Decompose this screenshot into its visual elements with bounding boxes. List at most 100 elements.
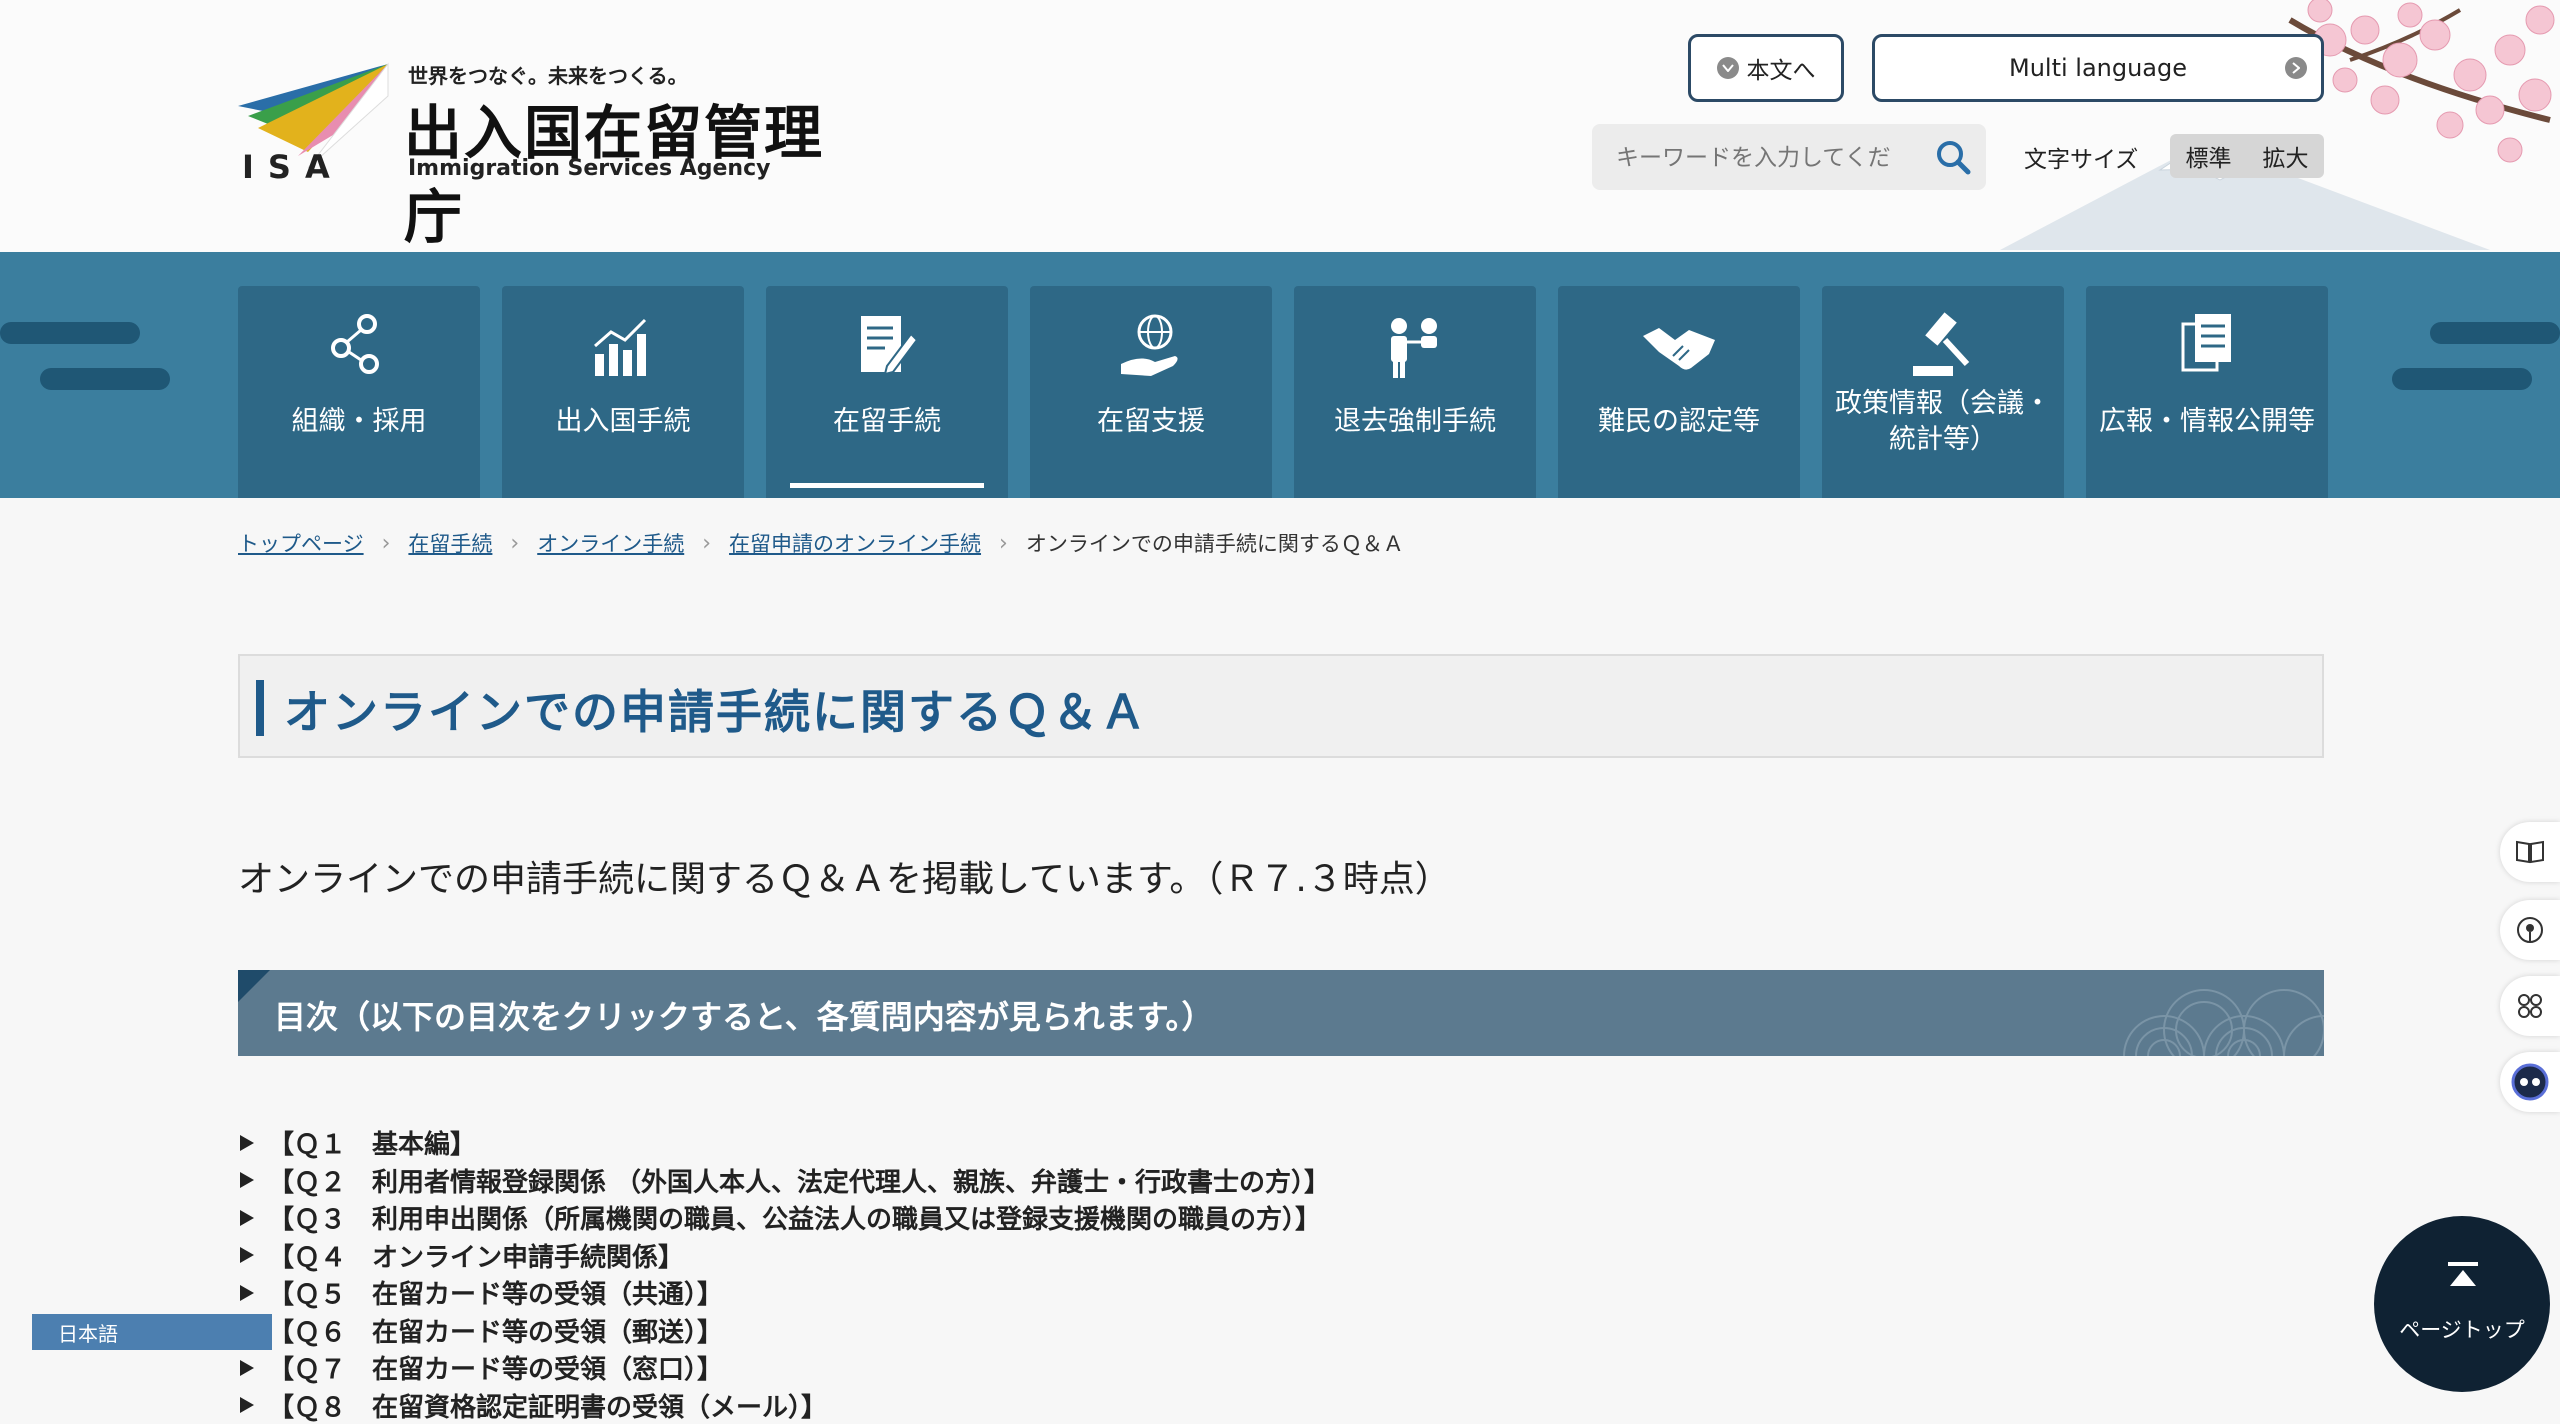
nav-item-support[interactable]: 在留支援 [1030,286,1272,498]
chevron-right-icon: › [702,531,711,556]
title-accent-bar [256,680,264,736]
toc-item-q2[interactable]: 【Ｑ２ 利用者情報登録関係 （外国人本人、法定代理人、親族、弁護士・行政書士の方… [240,1162,1330,1200]
nav-item-organization[interactable]: 組織・採用 [238,286,480,498]
nav-item-publicity[interactable]: 広報・情報公開等 [2086,286,2328,498]
chevron-down-icon [1717,57,1739,79]
page-top-label: ページトップ [2374,1314,2550,1344]
font-size-standard-button[interactable]: 標準 [2186,139,2232,173]
multi-language-button[interactable]: Multi language [1872,34,2324,102]
search-input[interactable] [1614,138,1918,178]
cloud-decoration [2392,368,2532,390]
font-size-label: 文字サイズ [2024,140,2138,174]
reader-button[interactable] [2500,822,2560,882]
chevron-right-icon: › [382,531,391,556]
nav-item-label: 広報・情報公開等 [2086,404,2328,440]
breadcrumb-link-online[interactable]: オンライン手続 [537,528,684,558]
arrow-up-icon [2448,1262,2478,1290]
cloud-decoration [40,368,170,390]
nav-item-policy[interactable]: 政策情報（会議・ 統計等） [1822,286,2064,498]
cloud-decoration [2430,322,2560,344]
page-title-box: オンラインでの申請手続に関するＱ＆Ａ [238,654,2324,758]
active-indicator [790,483,984,488]
logo-tagline: 世界をつなぐ。未来をつくる。 [408,60,688,89]
multi-language-label: Multi language [2009,54,2187,82]
toc-item-q8[interactable]: 【Ｑ８ 在留資格認定証明書の受領（メール）】 [240,1387,1330,1424]
audio-icon [2515,915,2545,945]
toc-item-q1[interactable]: 【Ｑ１ 基本編】 [240,1124,1330,1162]
page-top-button[interactable]: ページトップ [2374,1216,2550,1392]
nav-item-label: 政策情報（会議・ 統計等） [1822,386,2064,458]
toc-item-q5[interactable]: 【Ｑ５ 在留カード等の受領（共通）】 [240,1274,1330,1312]
nav-item-label: 難民の認定等 [1558,404,1800,440]
nav-item-label: 在留支援 [1030,404,1272,440]
apps-icon [2515,991,2545,1021]
caret-right-icon [240,1172,254,1188]
caret-right-icon [240,1360,254,1376]
assistant-icon [2510,1062,2550,1102]
people-icon [1375,306,1455,386]
toc-item-label: 【Ｑ３ 利用申出関係（所属機関の職員、公益法人の職員又は登録支援機関の職員の方）… [268,1199,1321,1236]
chevron-right-icon: › [510,531,519,556]
lead-text: オンラインでの申請手続に関するＱ＆Ａを掲載しています。（Ｒ７.３時点） [238,850,1451,902]
toc-item-q7[interactable]: 【Ｑ７ 在留カード等の受領（窓口）】 [240,1349,1330,1387]
globe-hand-icon [1111,306,1191,386]
nav-item-label: 組織・採用 [238,404,480,440]
nav-item-refugee[interactable]: 難民の認定等 [1558,286,1800,498]
document-pen-icon [847,306,927,386]
toc-heading-text: 目次（以下の目次をクリックすると、各質問内容が見られます。） [274,992,1214,1038]
site-logo[interactable]: 世界をつなぐ。未来をつくる。 出入国在留管理庁 Immigration Serv… [238,56,858,186]
toc-item-label: 【Ｑ７ 在留カード等の受領（窓口）】 [268,1349,723,1386]
site-search [1592,124,1986,190]
toc-item-q3[interactable]: 【Ｑ３ 利用申出関係（所属機関の職員、公益法人の職員又は登録支援機関の職員の方）… [240,1199,1330,1237]
cloud-decoration [0,322,140,344]
toc-item-label: 【Ｑ８ 在留資格認定証明書の受領（メール）】 [268,1387,827,1424]
toc-item-q6[interactable]: 【Ｑ６ 在留カード等の受領（郵送）】 [240,1312,1330,1350]
font-size-large-button[interactable]: 拡大 [2263,139,2309,173]
logo-agency-name-en: Immigration Services Agency [408,156,770,181]
documents-icon [2167,306,2247,386]
chart-icon [583,306,663,386]
caret-right-icon [240,1397,254,1413]
toc-list: 【Ｑ１ 基本編】 【Ｑ２ 利用者情報登録関係 （外国人本人、法定代理人、親族、弁… [240,1124,1330,1424]
chevron-right-icon [2285,57,2307,79]
wave-pattern-icon [2104,970,2324,1056]
breadcrumb-link-residence[interactable]: 在留手続 [408,528,492,558]
breadcrumb-current: オンラインでの申請手続に関するＱ＆Ａ [1026,528,1404,558]
caret-right-icon [240,1210,254,1226]
gavel-icon [1903,306,1983,386]
page-title: オンラインでの申請手続に関するＱ＆Ａ [284,676,1148,742]
site-header: 世界をつなぐ。未来をつくる。 出入国在留管理庁 Immigration Serv… [0,0,2560,252]
nav-item-residence[interactable]: 在留手続 [766,286,1008,498]
font-size-toggle: 標準 拡大 [2170,134,2324,178]
toc-heading: 目次（以下の目次をクリックすると、各質問内容が見られます。） [238,970,2324,1056]
toc-item-label: 【Ｑ５ 在留カード等の受領（共通）】 [268,1274,723,1311]
toc-item-q4[interactable]: 【Ｑ４ オンライン申請手続関係】 [240,1237,1330,1275]
handshake-icon [1639,306,1719,386]
skip-to-content-button[interactable]: 本文へ [1688,34,1844,102]
nav-item-label: 退去強制手続 [1294,404,1536,440]
organization-icon [319,306,399,386]
breadcrumb-link-top[interactable]: トップページ [238,528,364,558]
caret-right-icon [240,1247,254,1263]
assistant-button[interactable] [2500,1052,2560,1112]
toc-item-label: 【Ｑ２ 利用者情報登録関係 （外国人本人、法定代理人、親族、弁護士・行政書士の方… [268,1162,1330,1199]
search-icon[interactable] [1932,136,1974,178]
nav-item-label: 在留手続 [766,404,1008,440]
book-icon [2515,839,2545,865]
caret-right-icon [240,1285,254,1301]
nav-item-label-line2: 統計等） [1822,422,2064,458]
apps-button[interactable] [2500,976,2560,1036]
caret-right-icon [240,1135,254,1151]
nav-item-label: 出入国手続 [502,404,744,440]
nav-item-label-line1: 政策情報（会議・ [1822,386,2064,422]
language-tab[interactable]: 日本語 [32,1314,272,1350]
logo-abbr: ISA [242,148,344,186]
audio-button[interactable] [2500,900,2560,960]
corner-decoration [238,970,270,1002]
nav-item-deportation[interactable]: 退去強制手続 [1294,286,1536,498]
nav-item-immigration[interactable]: 出入国手続 [502,286,744,498]
toc-item-label: 【Ｑ１ 基本編】 [268,1124,476,1161]
chevron-right-icon: › [999,531,1008,556]
skip-to-content-label: 本文へ [1747,51,1816,85]
breadcrumb-link-online-residence[interactable]: 在留申請のオンライン手続 [729,528,981,558]
